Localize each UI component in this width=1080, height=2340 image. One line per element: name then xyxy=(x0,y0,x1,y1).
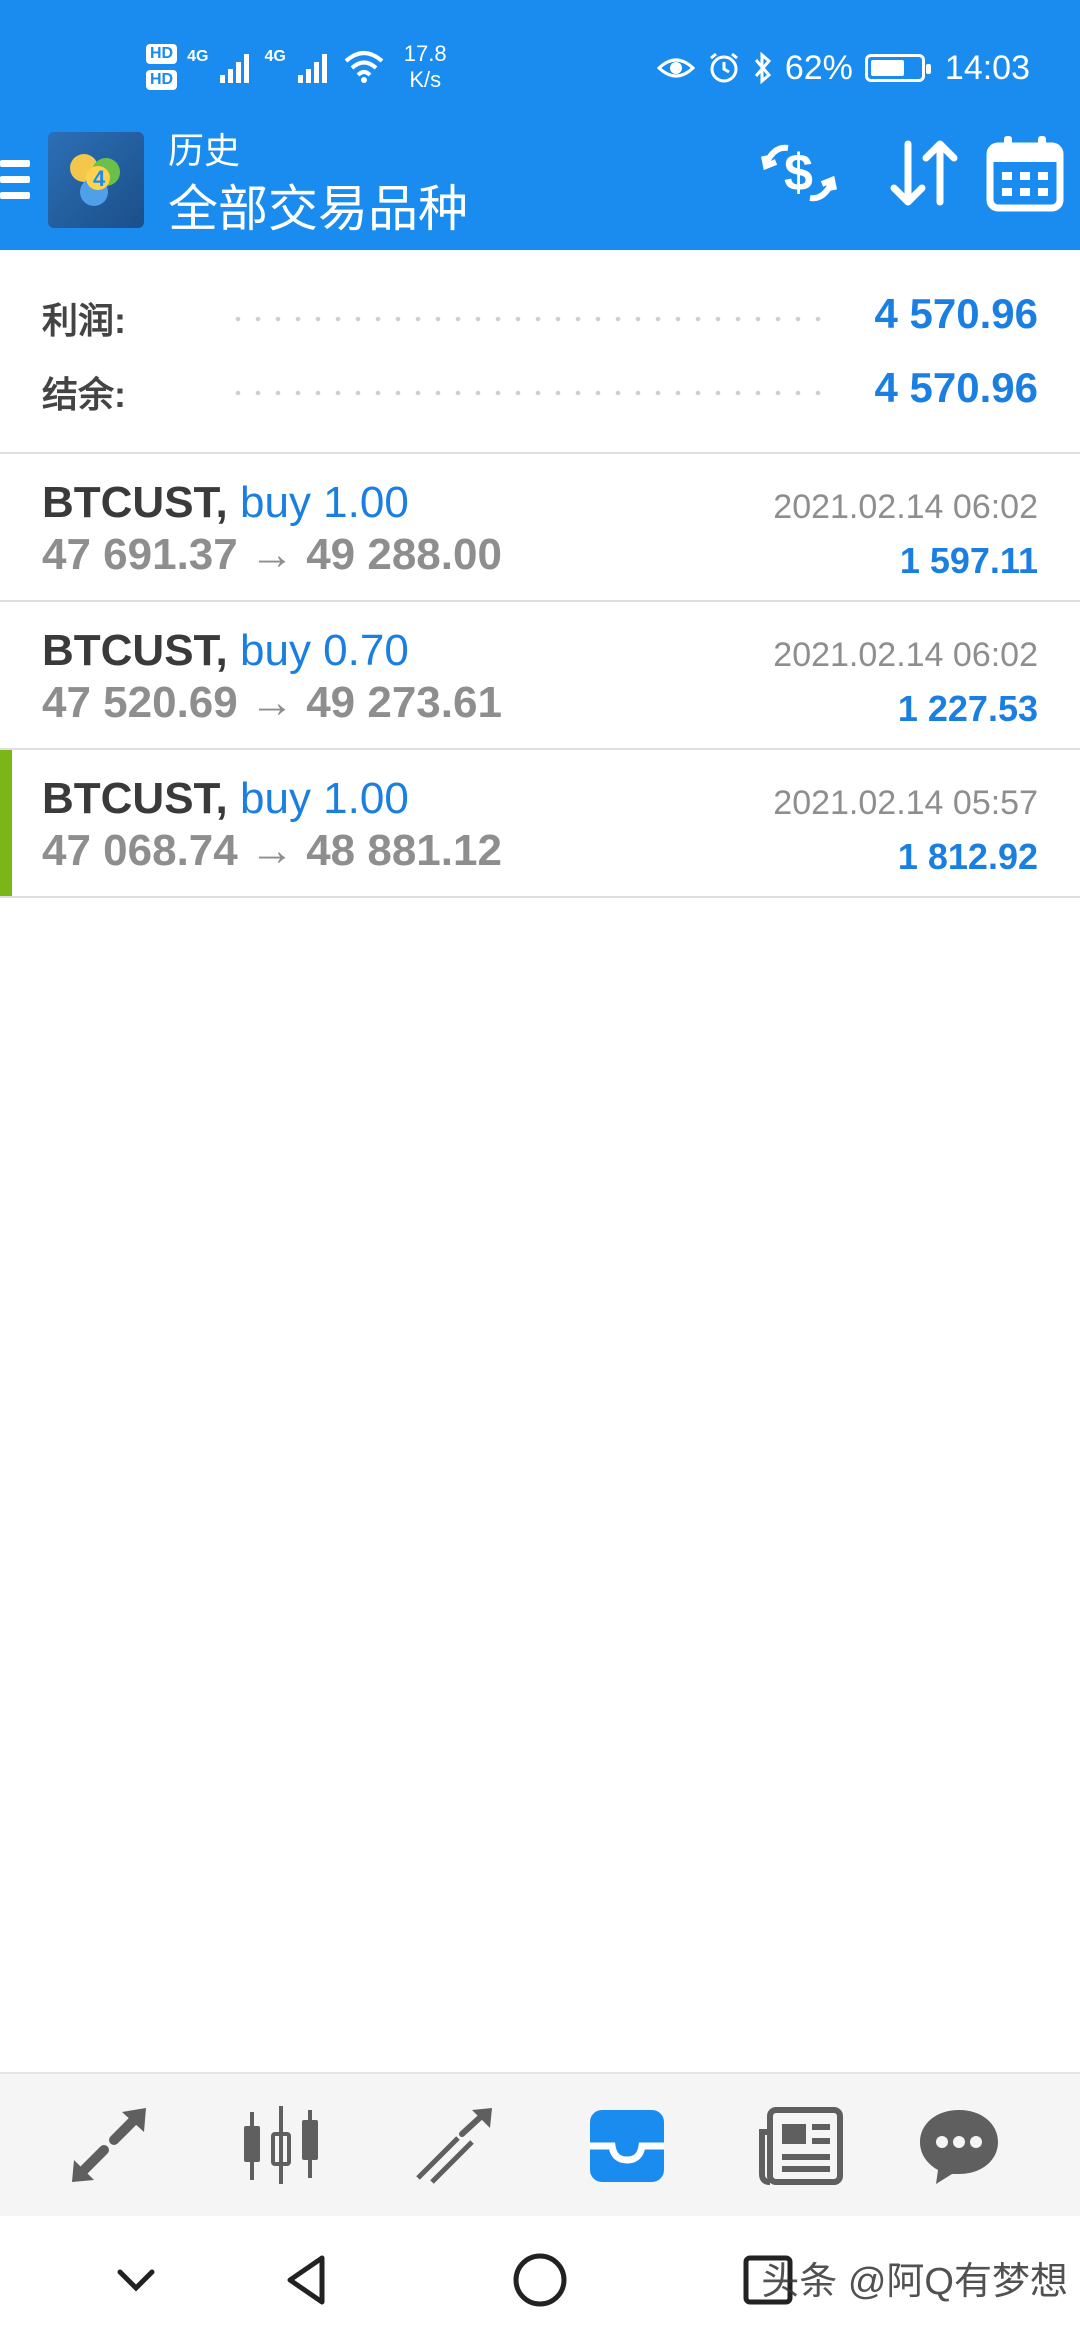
hd-badge-1: HD xyxy=(146,44,178,64)
back-icon[interactable] xyxy=(276,2248,340,2312)
trade-title: BTCUST, buy 1.00 xyxy=(42,774,409,824)
balance-value: 4 570.96 xyxy=(874,364,1039,411)
battery-percent: 62% xyxy=(784,48,853,87)
trade-symbol: BTCUST, xyxy=(42,478,228,527)
quotes-icon[interactable] xyxy=(64,2104,154,2188)
signal-icon xyxy=(220,54,250,83)
trade-symbol: BTCUST, xyxy=(42,626,228,675)
metatrader-logo-icon: 4 xyxy=(70,154,120,206)
trade-datetime: 2021.02.14 06:02 xyxy=(773,636,1038,674)
trade-row[interactable]: BTCUST, buy 1.00 47 691.37 → 49 288.00 2… xyxy=(0,454,1080,602)
eye-icon xyxy=(656,58,695,78)
trade-side: buy 1.00 xyxy=(240,478,409,527)
app-logo: 4 xyxy=(48,132,144,228)
wifi-icon xyxy=(344,51,384,83)
trade-prices: 47 068.74 → 48 881.12 xyxy=(42,826,502,875)
balance-label: 结余: xyxy=(42,374,126,415)
selected-indicator xyxy=(0,750,12,896)
trade-profit: 1 812.92 xyxy=(897,836,1038,877)
signal-4g-label-1: 4G xyxy=(187,48,209,65)
svg-text:$: $ xyxy=(784,144,813,202)
chevron-down-icon[interactable] xyxy=(104,2248,168,2312)
history-inbox-icon[interactable] xyxy=(582,2104,672,2188)
battery-icon xyxy=(864,54,931,82)
trade-side: buy 1.00 xyxy=(240,774,409,823)
battery-fill xyxy=(870,60,905,76)
header-titles: 历史 全部交易品种 xyxy=(168,128,468,244)
trade-title: BTCUST, buy 1.00 xyxy=(42,478,409,528)
trade-profit: 1 597.11 xyxy=(899,540,1038,581)
profit-label: 利润: xyxy=(42,300,126,341)
status-right: 62% 14:03 xyxy=(656,40,1030,96)
trade-symbol: BTCUST, xyxy=(42,774,228,823)
signal-4g-label-2: 4G xyxy=(264,48,286,65)
menu-icon[interactable] xyxy=(0,152,34,212)
trade-row-selected[interactable]: BTCUST, buy 1.00 47 068.74 → 48 881.12 2… xyxy=(0,750,1080,898)
network-speed-value: 17.8 xyxy=(403,41,447,66)
calendar-icon[interactable] xyxy=(980,128,1070,218)
trade-prices: 47 520.69 → 49 273.61 xyxy=(42,678,502,727)
header-subtitle: 历史 xyxy=(168,130,241,171)
trade-side: buy 0.70 xyxy=(240,626,409,675)
watermark: 头条 @阿Q有梦想 xyxy=(761,2261,1068,2303)
summary-balance-row: 结余: 4 570.96 xyxy=(0,354,1080,428)
trade-title: BTCUST, buy 0.70 xyxy=(42,626,409,676)
trade-prices: 47 691.37 → 49 288.00 xyxy=(42,530,502,579)
system-navigation-bar: 头条 @阿Q有梦想 xyxy=(0,2216,1080,2340)
header-title[interactable]: 全部交易品种 xyxy=(168,174,468,244)
hd-badge-2: HD xyxy=(146,70,178,90)
summary-panel: 利润: 4 570.96 结余: 4 570.96 xyxy=(0,250,1080,454)
app-screen: HD HD 4G 4G 17.8 K/s 62% 14:03 4 历史 全部交易… xyxy=(0,0,1080,2340)
bottom-navigation xyxy=(0,2072,1080,2216)
signal-icon-2 xyxy=(297,54,327,83)
dotted-leader xyxy=(228,390,830,396)
status-bar: HD HD 4G 4G 17.8 K/s 62% 14:03 xyxy=(0,0,1080,130)
toolbar: 4 历史 全部交易品种 $ xyxy=(0,128,1080,250)
chat-icon[interactable] xyxy=(914,2104,1004,2188)
trade-history-list: BTCUST, buy 1.00 47 691.37 → 49 288.00 2… xyxy=(0,454,1080,898)
network-speed-unit: K/s xyxy=(409,67,442,92)
currency-exchange-icon[interactable]: $ xyxy=(754,128,844,218)
sort-icon[interactable] xyxy=(878,128,968,218)
home-icon[interactable] xyxy=(508,2248,572,2312)
hd-indicators: HD HD xyxy=(146,44,178,90)
dotted-leader xyxy=(228,316,830,322)
trade-row[interactable]: BTCUST, buy 0.70 47 520.69 → 49 273.61 2… xyxy=(0,602,1080,750)
alarm-icon xyxy=(709,52,738,83)
app-bar: HD HD 4G 4G 17.8 K/s 62% 14:03 4 历史 全部交易… xyxy=(0,0,1080,250)
clock: 14:03 xyxy=(944,48,1030,87)
profit-value: 4 570.96 xyxy=(874,290,1039,337)
network-speed: 17.8 K/s xyxy=(404,41,447,93)
trade-datetime: 2021.02.14 05:57 xyxy=(773,784,1038,822)
trade-icon[interactable] xyxy=(410,2104,500,2188)
trade-datetime: 2021.02.14 06:02 xyxy=(773,488,1038,526)
svg-text:4: 4 xyxy=(93,166,106,191)
news-icon[interactable] xyxy=(756,2104,846,2188)
chart-candles-icon[interactable] xyxy=(236,2104,326,2188)
trade-profit: 1 227.53 xyxy=(897,688,1038,729)
status-left: HD HD 4G 4G 17.8 K/s xyxy=(146,32,447,102)
summary-profit-row: 利润: 4 570.96 xyxy=(0,280,1080,354)
bluetooth-icon xyxy=(754,51,771,85)
